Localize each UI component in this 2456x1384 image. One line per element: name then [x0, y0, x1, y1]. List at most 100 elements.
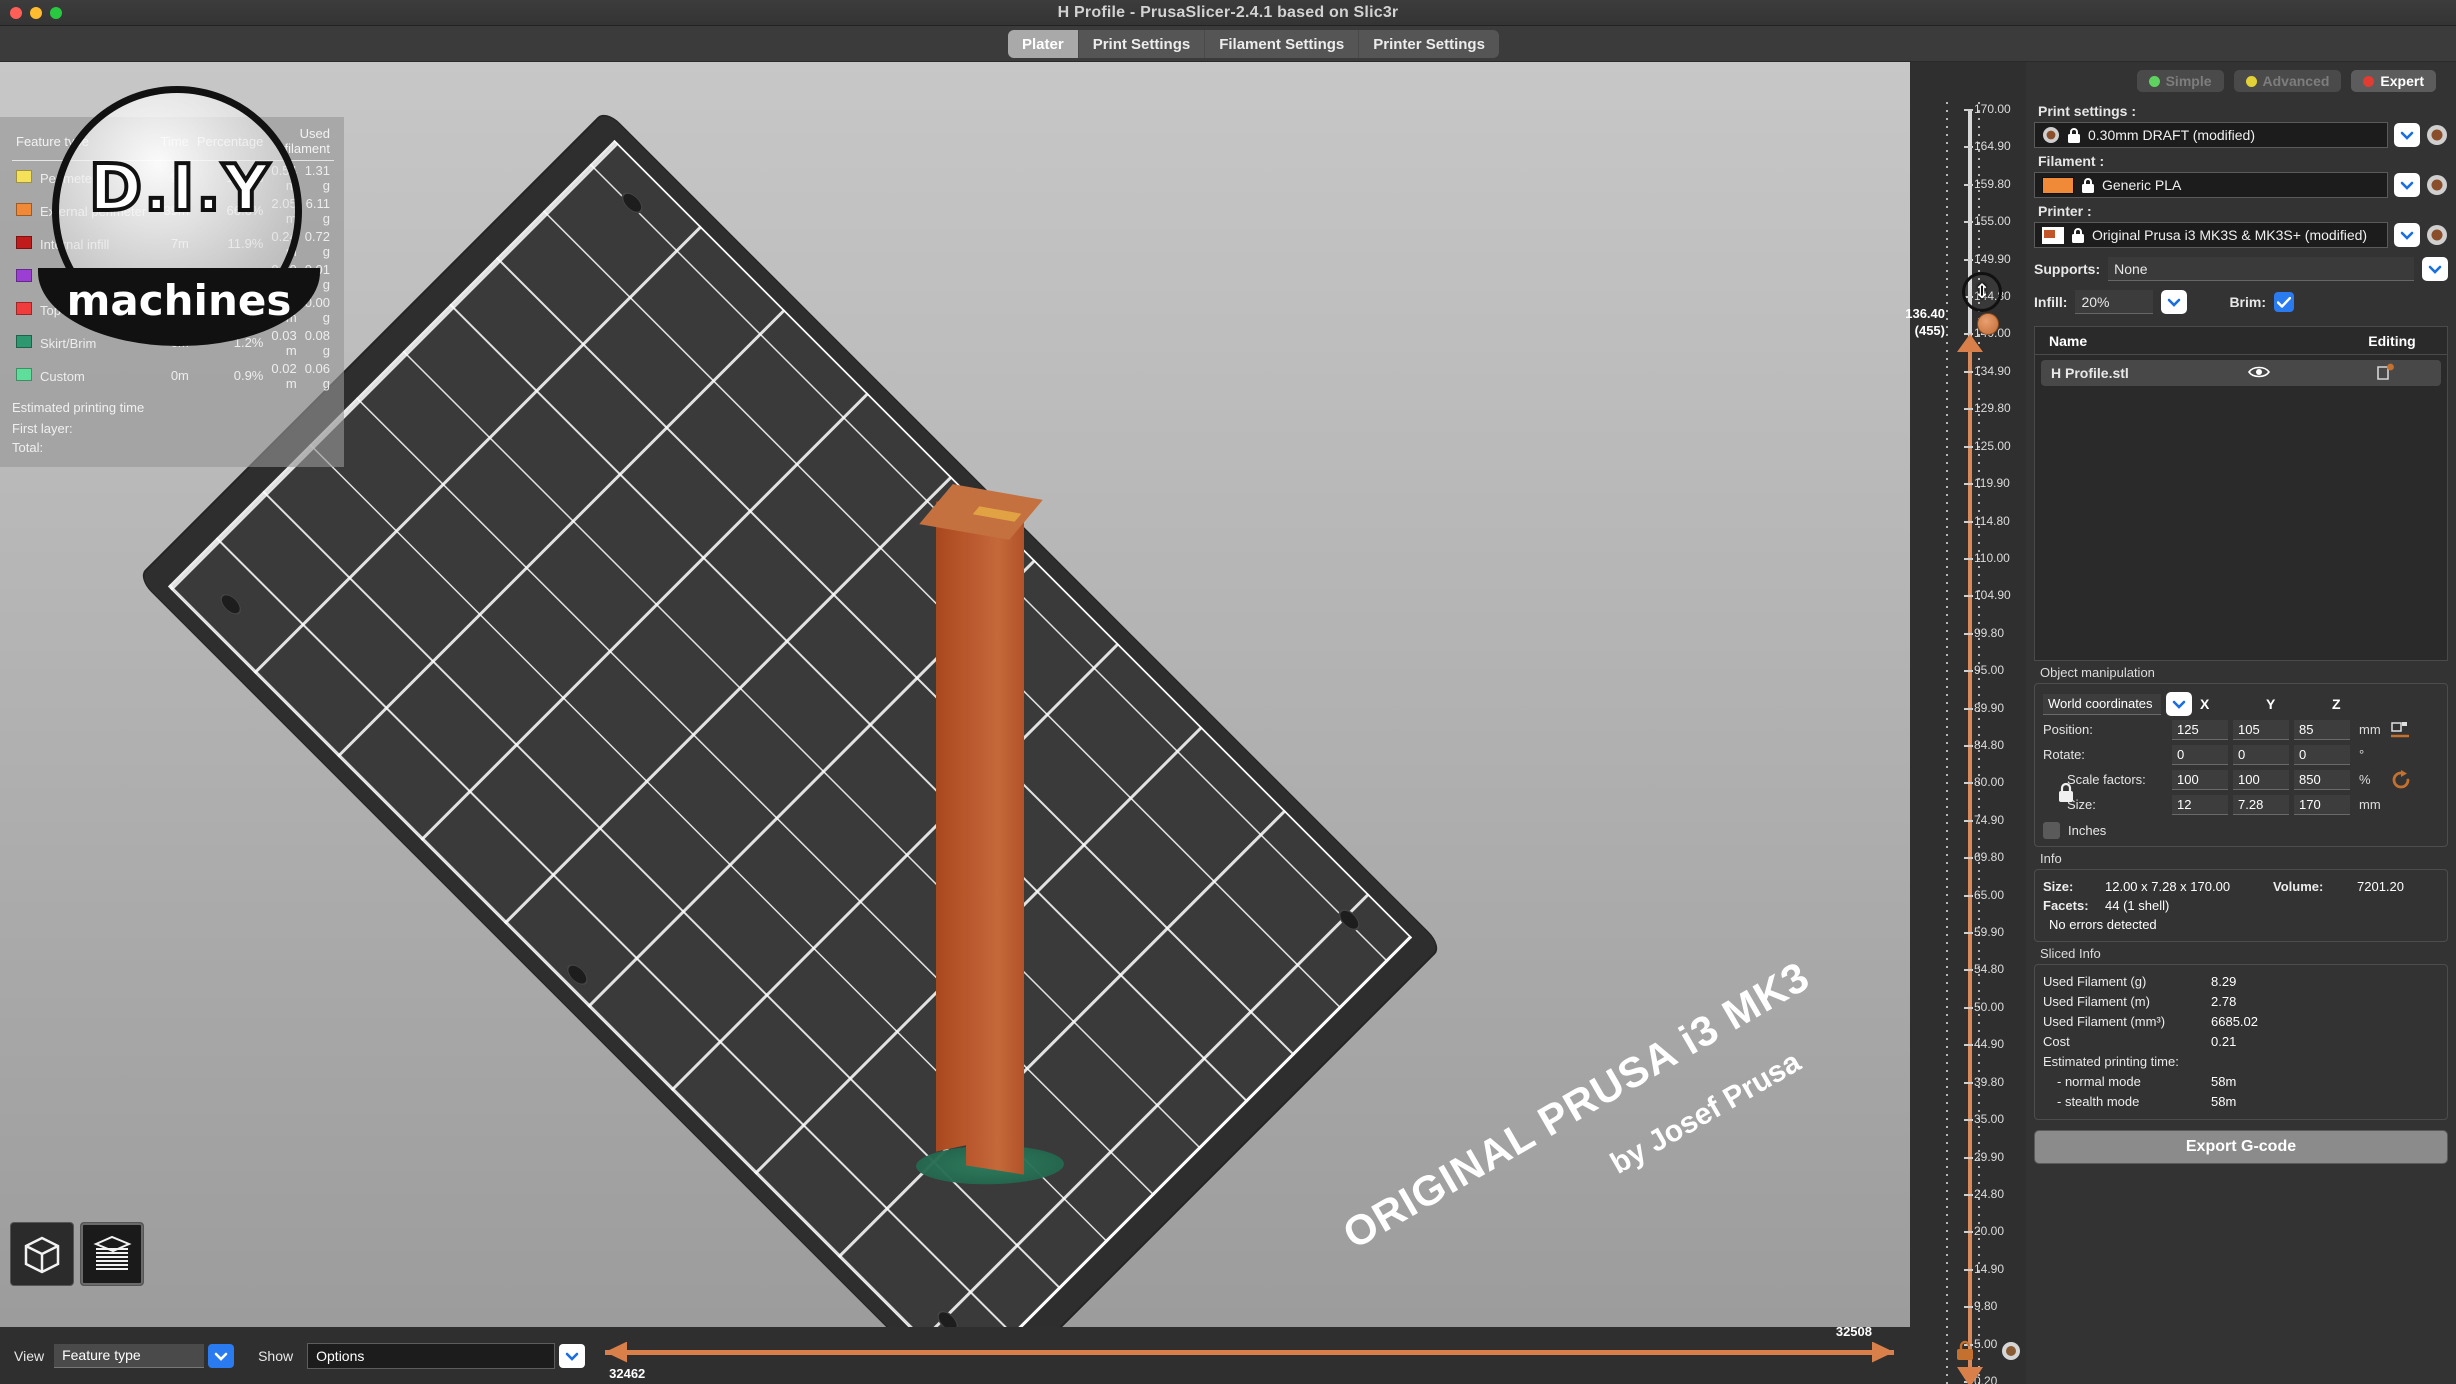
layer-slider-tick-marker[interactable] [1977, 313, 1999, 335]
show-dropdown-button[interactable] [559, 1344, 585, 1368]
supports-select[interactable]: None [2108, 257, 2414, 281]
view-dropdown-button[interactable] [208, 1344, 234, 1368]
move-slider-left-handle[interactable] [605, 1342, 627, 1363]
position-z-input[interactable]: 85 [2294, 720, 2350, 740]
rotate-z-input[interactable]: 0 [2294, 745, 2350, 765]
reset-rotation-icon[interactable] [2390, 769, 2412, 791]
filament-edit-gear-icon[interactable] [2426, 174, 2448, 196]
legend-row-feature: Solid infill [12, 260, 156, 293]
printer-combo[interactable]: Original Prusa i3 MK3S & MK3S+ (modified… [2034, 222, 2388, 248]
horizontal-move-slider[interactable]: 32462 32508 [605, 1336, 1894, 1376]
layer-slider[interactable]: 170.00164.90159.80155.00149.90144.80140.… [1910, 62, 2026, 1384]
infill-dropdown-button[interactable] [2161, 290, 2187, 314]
filament-dropdown-button[interactable] [2394, 173, 2420, 197]
scale-x-input[interactable]: 100 [2172, 770, 2228, 790]
mode-selector[interactable]: Simple Advanced Expert [2034, 68, 2448, 98]
legend-color-swatch [16, 335, 32, 348]
move-slider-right-handle[interactable] [1872, 1342, 1894, 1363]
size-x-input[interactable]: 12 [2172, 795, 2228, 815]
sliced-info-row: Used Filament (m)2.78 [2043, 992, 2439, 1012]
editing-icon[interactable] [2331, 363, 2441, 384]
inches-checkbox[interactable] [2043, 822, 2060, 839]
tab-filament-settings[interactable]: Filament Settings [1205, 30, 1359, 58]
legend-row-length: 2.05 m [267, 194, 300, 227]
chevron-down-icon [2400, 230, 2414, 240]
size-z-input[interactable]: 170 [2294, 795, 2350, 815]
axis-label-x: X [2197, 696, 2258, 712]
show-value: Options [316, 1348, 364, 1364]
infill-select[interactable]: 20% [2075, 290, 2153, 314]
legend-row-time: 7m [156, 227, 192, 260]
legend-row-percentage: 0.2% [193, 260, 268, 293]
tab-print-settings[interactable]: Print Settings [1079, 30, 1206, 58]
brim-checkbox[interactable] [2274, 292, 2294, 312]
legend-row-mass: 0.72 g [301, 227, 334, 260]
position-y-input[interactable]: 105 [2233, 720, 2289, 740]
print-settings-dropdown-button[interactable] [2394, 123, 2420, 147]
legend-row: Perimeter9m16.3%0.54 m1.31 g [12, 161, 334, 195]
print-settings-edit-gear-icon[interactable] [2426, 124, 2448, 146]
chevron-down-icon [2400, 130, 2414, 140]
layer-slider-tick: 59.90 [1974, 925, 2004, 939]
legend-row-length: 0.00 m [267, 293, 300, 326]
scale-z-input[interactable]: 850 [2294, 770, 2350, 790]
printer-label: Printer : [2038, 203, 2448, 219]
printer-dropdown-button[interactable] [2394, 223, 2420, 247]
move-slider-track[interactable] [605, 1350, 1894, 1355]
layer-slider-current-value: 136.40 [1883, 305, 1945, 322]
mode-expert-button[interactable]: Expert [2351, 70, 2436, 92]
view-select[interactable]: Feature type [54, 1344, 204, 1368]
layers-icon[interactable] [80, 1222, 144, 1286]
info-title: Info [2040, 851, 2448, 866]
export-gcode-button[interactable]: Export G-code [2034, 1130, 2448, 1164]
filament-lock-icon [2081, 177, 2095, 194]
rotate-y-input[interactable]: 0 [2233, 745, 2289, 765]
legend-color-swatch [16, 203, 32, 216]
printer-edit-gear-icon[interactable] [2426, 224, 2448, 246]
legend-row-feature: External perimeter [12, 194, 156, 227]
legend-row-percentage: 0.1% [193, 293, 268, 326]
layer-slider-tick: 0.20 [1974, 1374, 1997, 1384]
coordinate-system-value: World coordinates [2048, 696, 2153, 711]
layer-slider-tick: 164.90 [1974, 139, 2011, 153]
object-list-row[interactable]: H Profile.stl [2041, 360, 2441, 386]
filament-combo[interactable]: Generic PLA [2034, 172, 2388, 198]
mode-simple-label: Simple [2166, 73, 2212, 89]
coordinate-system-dropdown-button[interactable] [2166, 692, 2192, 716]
legend-row-length: 0.00 m [267, 260, 300, 293]
drop-to-bed-icon[interactable] [2390, 721, 2410, 739]
model-h-profile[interactable] [930, 492, 1060, 1192]
coordinate-system-select[interactable]: World coordinates [2043, 694, 2161, 715]
info-size-label: Size: [2043, 877, 2105, 896]
legend-row-time: 0m [156, 293, 192, 326]
supports-dropdown-button[interactable] [2422, 257, 2448, 281]
legend-row: Custom0m0.9%0.02 m0.06 g [12, 359, 334, 392]
tab-printer-settings[interactable]: Printer Settings [1359, 30, 1499, 58]
layer-slider-tick: 99.80 [1974, 626, 2004, 640]
cube-icon[interactable] [10, 1222, 74, 1286]
object-col-editing: Editing [2337, 333, 2447, 349]
3d-viewport[interactable]: ORIGINAL PRUSA i3 MK3 by Josef Prusa Fea… [0, 62, 1910, 1327]
supports-row: Supports: None [2034, 257, 2448, 281]
estimated-time-row: - stealth mode58m [2043, 1092, 2439, 1112]
printer-icon [2042, 227, 2064, 244]
layer-slider-tick: 50.00 [1974, 1000, 2004, 1014]
print-settings-value: 0.30mm DRAFT (modified) [2088, 127, 2255, 143]
scale-y-input[interactable]: 100 [2233, 770, 2289, 790]
lock-icon[interactable] [1953, 1340, 1977, 1362]
view-mode-toggles[interactable] [10, 1222, 144, 1286]
info-volume-label: Volume: [2273, 877, 2357, 896]
uniform-scale-lock-icon[interactable] [2057, 782, 2075, 804]
tab-plater[interactable]: Plater [1008, 30, 1079, 58]
rotate-x-input[interactable]: 0 [2172, 745, 2228, 765]
position-x-input[interactable]: 125 [2172, 720, 2228, 740]
print-settings-combo[interactable]: 0.30mm DRAFT (modified) [2034, 122, 2388, 148]
layer-slider-tick: 44.90 [1974, 1037, 2004, 1051]
eye-icon[interactable] [2235, 365, 2283, 382]
size-y-input[interactable]: 7.28 [2233, 795, 2289, 815]
mode-advanced-button[interactable]: Advanced [2234, 70, 2342, 92]
show-select[interactable]: Options [307, 1343, 555, 1369]
gear-icon[interactable] [2000, 1340, 2022, 1362]
printer-row: Original Prusa i3 MK3S & MK3S+ (modified… [2034, 222, 2448, 248]
mode-simple-button[interactable]: Simple [2137, 70, 2224, 92]
